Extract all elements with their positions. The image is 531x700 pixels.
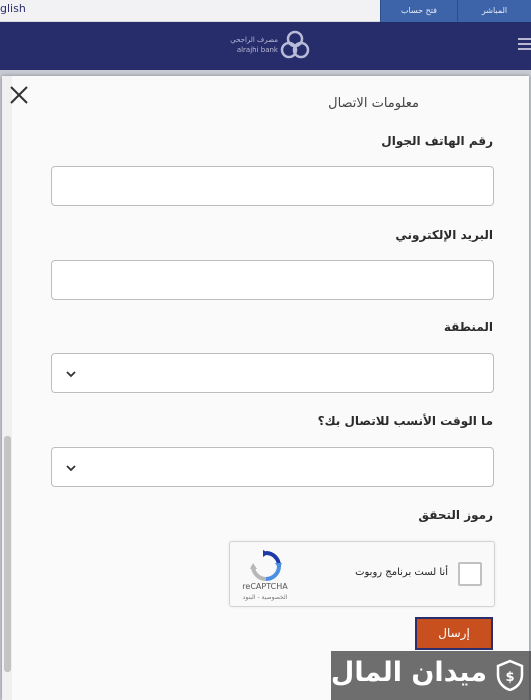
- mobile-input[interactable]: [51, 166, 494, 206]
- direct-tab[interactable]: المباشر: [457, 0, 531, 22]
- alrajhi-logo-icon: [280, 30, 310, 59]
- email-label: البريد الإلكتروني: [395, 228, 493, 242]
- logo-name-ar: مصرف الراجحي: [230, 36, 278, 44]
- language-link[interactable]: glish: [0, 2, 26, 15]
- chevron-down-icon: [66, 371, 76, 378]
- navbar: مصرف الراجحي alrajhi bank: [0, 22, 531, 70]
- submit-button[interactable]: إرسال: [415, 617, 493, 650]
- watermark: ميدان المال $: [331, 651, 531, 700]
- recaptcha-icon: [250, 550, 282, 581]
- svg-text:$: $: [505, 670, 514, 685]
- top-bar: glish فتح حساب المباشر: [0, 0, 531, 22]
- captcha-terms[interactable]: الخصوصية - البنود: [230, 594, 300, 601]
- chevron-down-icon: [66, 465, 76, 472]
- captcha-label: رموز التحقق: [418, 508, 493, 522]
- captcha-checkbox-label: أنا لست برنامج روبوت: [355, 567, 448, 578]
- mobile-label: رقم الهاتف الجوال: [381, 134, 493, 148]
- captcha-brand: reCAPTCHA: [242, 582, 288, 591]
- email-input[interactable]: [51, 260, 494, 300]
- region-label: المنطقة: [443, 320, 493, 334]
- logo-name-en: alrajhi bank: [236, 46, 278, 54]
- scrollbar-track[interactable]: [2, 76, 12, 700]
- recaptcha-widget: أنا لست برنامج روبوت reCAPTCHA الخصوصية …: [229, 541, 495, 607]
- best-time-label: ما الوقت الأنسب للاتصال بك؟: [317, 414, 493, 428]
- open-account-tab[interactable]: فتح حساب: [380, 0, 457, 22]
- bank-logo[interactable]: مصرف الراجحي alrajhi bank: [220, 28, 312, 64]
- scrollbar-thumb[interactable]: [4, 436, 11, 672]
- close-icon[interactable]: [8, 84, 30, 106]
- watermark-text: ميدان المال: [330, 657, 487, 688]
- best-time-select[interactable]: [51, 447, 494, 487]
- region-select[interactable]: [51, 353, 494, 393]
- hamburger-icon[interactable]: [518, 38, 531, 52]
- captcha-checkbox[interactable]: [458, 562, 482, 586]
- shield-icon: $: [496, 659, 524, 691]
- section-title: معلومات الاتصال: [328, 96, 419, 111]
- contact-modal: معلومات الاتصال رقم الهاتف الجوال البريد…: [2, 76, 529, 700]
